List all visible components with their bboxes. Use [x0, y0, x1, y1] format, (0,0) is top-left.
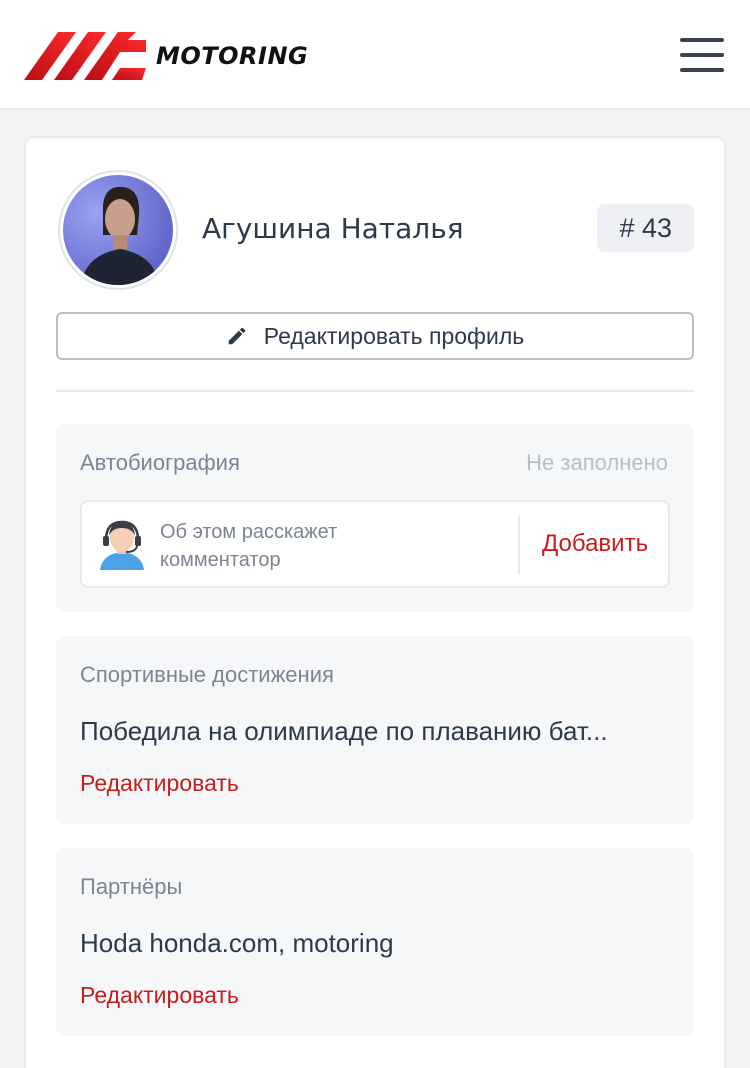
- menu-line: [680, 38, 724, 42]
- section-title: Партнёры: [80, 874, 183, 899]
- section-title: Автобиография: [80, 450, 240, 475]
- motoring-logo[interactable]: MOTORING: [24, 30, 308, 82]
- pencil-icon: [228, 327, 246, 345]
- menu-line: [680, 53, 724, 57]
- achievements-value: Победила на олимпиаде по плаванию бат...: [80, 716, 608, 746]
- app-header: MOTORING: [0, 0, 750, 110]
- profile-card: Агушина Наталья # 43 Редактировать профи…: [24, 136, 726, 1068]
- logo-text: MOTORING: [156, 42, 309, 70]
- avatar-photo: [63, 175, 173, 285]
- add-autobiography-button[interactable]: Добавить: [542, 530, 648, 558]
- logo-stripes-icon: [24, 32, 146, 80]
- section-title: Спортивные достижения: [80, 662, 334, 687]
- user-name: Агушина Наталья: [202, 212, 464, 245]
- edit-achievements-link[interactable]: Редактировать: [80, 770, 239, 797]
- autobiography-section: Автобиография Не заполнено Об этом расск…: [56, 424, 694, 612]
- divider: [56, 390, 694, 392]
- commentator-headset-icon: [100, 520, 144, 570]
- edit-profile-button[interactable]: Редактировать профиль: [56, 312, 694, 360]
- status-text: Не заполнено: [526, 450, 668, 475]
- edit-profile-label: Редактировать профиль: [263, 322, 525, 349]
- edit-partners-link[interactable]: Редактировать: [80, 982, 239, 1009]
- vertical-divider: [518, 516, 520, 574]
- number-badge: # 43: [597, 204, 694, 252]
- partners-value: Hoda honda.com, motoring: [80, 928, 394, 958]
- bio-placeholder-box: Об этом расскажет комментатор Добавить: [80, 500, 670, 588]
- partners-section: Партнёры Hoda honda.com, motoring Редакт…: [56, 848, 694, 1036]
- achievements-section: Спортивные достижения Победила на олимпи…: [56, 636, 694, 824]
- hamburger-menu-icon[interactable]: [680, 38, 724, 72]
- bio-placeholder-text: Об этом расскажет комментатор: [160, 521, 338, 571]
- avatar[interactable]: [58, 170, 178, 290]
- menu-line: [680, 68, 724, 72]
